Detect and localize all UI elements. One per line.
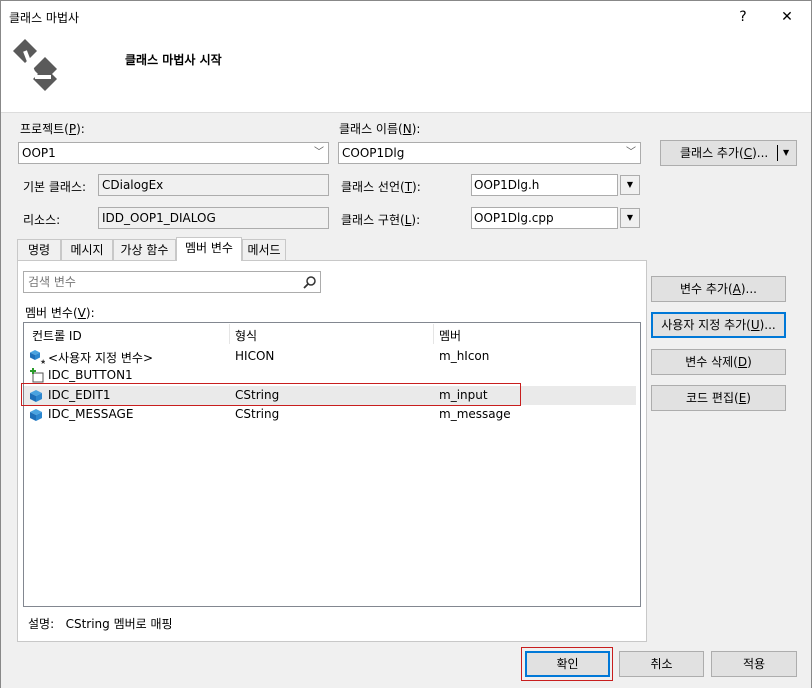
row-member: m_hIcon	[439, 349, 490, 363]
column-divider[interactable]	[433, 324, 434, 344]
class-impl-label: 클래스 구현(L):	[341, 213, 421, 227]
delete-variable-button[interactable]: 변수 삭제(D)	[651, 349, 786, 375]
table-row[interactable]: IDC_MESSAGE CString m_message	[24, 405, 636, 424]
chevron-down-icon: ﹀	[626, 147, 636, 158]
button-control-icon	[30, 368, 44, 383]
column-header-control-id[interactable]: 컨트롤 ID	[32, 327, 82, 344]
class-wizard-window: 클래스 마법사 ? ✕ 클래스 마법사 시작 프로젝트(P): OOP1 ﹀ 클…	[0, 0, 812, 688]
description-text: 설명: CString 멤버로 매핑	[28, 617, 173, 631]
variable-icon	[30, 409, 42, 421]
chevron-down-icon: ﹀	[314, 147, 324, 158]
svg-text:★: ★	[40, 358, 45, 365]
tab-commands[interactable]: 명령	[17, 239, 61, 261]
row-type: HICON	[235, 349, 275, 363]
close-button[interactable]: ✕	[767, 5, 807, 29]
class-name-combo[interactable]: COOP1Dlg ﹀	[338, 142, 641, 164]
tab-virtual-functions[interactable]: 가상 함수	[113, 239, 176, 261]
base-class-field: CDialogEx	[98, 174, 329, 196]
project-combo[interactable]: OOP1 ﹀	[18, 142, 329, 164]
tab-member-variables[interactable]: 멤버 변수	[176, 237, 242, 261]
class-impl-dropdown[interactable]: ▼	[620, 208, 640, 228]
highlight-box	[21, 383, 521, 406]
row-control-id: IDC_BUTTON1	[48, 368, 133, 382]
resource-label: 리소스:	[23, 213, 61, 227]
search-input[interactable]: 검색 변수	[23, 271, 321, 293]
cancel-button[interactable]: 취소	[619, 651, 704, 677]
class-decl-field[interactable]: OOP1Dlg.h	[471, 174, 618, 196]
add-variable-button[interactable]: 변수 추가(A)...	[651, 276, 786, 302]
add-custom-button[interactable]: 사용자 지정 추가(U)...	[651, 312, 786, 338]
title-bar: 클래스 마법사 ? ✕	[1, 1, 811, 33]
tab-methods[interactable]: 메서드	[242, 239, 286, 261]
class-wizard-icon	[13, 39, 57, 91]
member-vars-label: 멤버 변수(V):	[25, 306, 95, 320]
class-decl-dropdown[interactable]: ▼	[620, 175, 640, 195]
search-placeholder: 검색 변수	[28, 275, 76, 289]
window-title: 클래스 마법사	[9, 11, 80, 25]
header-band	[1, 33, 811, 113]
class-impl-field[interactable]: OOP1Dlg.cpp	[471, 207, 618, 229]
column-header-type[interactable]: 형식	[235, 327, 257, 344]
custom-variable-icon: ★	[30, 350, 45, 365]
dropdown-arrow-icon[interactable]: ▼	[783, 141, 789, 165]
resource-field: IDD_OOP1_DIALOG	[98, 207, 329, 229]
header-title: 클래스 마법사 시작	[125, 53, 222, 67]
row-type: CString	[235, 407, 280, 421]
column-header-member[interactable]: 멤버	[439, 327, 461, 344]
apply-button[interactable]: 적용	[711, 651, 797, 677]
add-class-button[interactable]: 클래스 추가(C)... ▼	[660, 140, 797, 166]
class-name-value: COOP1Dlg	[342, 146, 405, 160]
row-control-id: IDC_MESSAGE	[48, 407, 134, 421]
project-label: 프로젝트(P):	[20, 122, 85, 136]
base-class-label: 기본 클래스:	[23, 180, 87, 194]
table-row[interactable]: ★ <사용자 지정 변수> HICON m_hIcon	[24, 347, 636, 366]
edit-code-button[interactable]: 코드 편집(E)	[651, 385, 786, 411]
row-control-id: <사용자 지정 변수>	[48, 351, 154, 365]
row-member: m_message	[439, 407, 511, 421]
project-value: OOP1	[22, 146, 56, 160]
class-name-label: 클래스 이름(N):	[339, 122, 421, 136]
search-icon[interactable]	[303, 275, 317, 289]
help-button[interactable]: ?	[723, 5, 763, 29]
ok-highlight-box	[521, 647, 613, 681]
tab-messages[interactable]: 메시지	[61, 239, 113, 261]
split-divider	[777, 145, 778, 161]
class-decl-label: 클래스 선언(T):	[341, 180, 421, 194]
column-divider[interactable]	[229, 324, 230, 344]
add-class-label: 클래스 추가(C)...	[680, 146, 769, 160]
